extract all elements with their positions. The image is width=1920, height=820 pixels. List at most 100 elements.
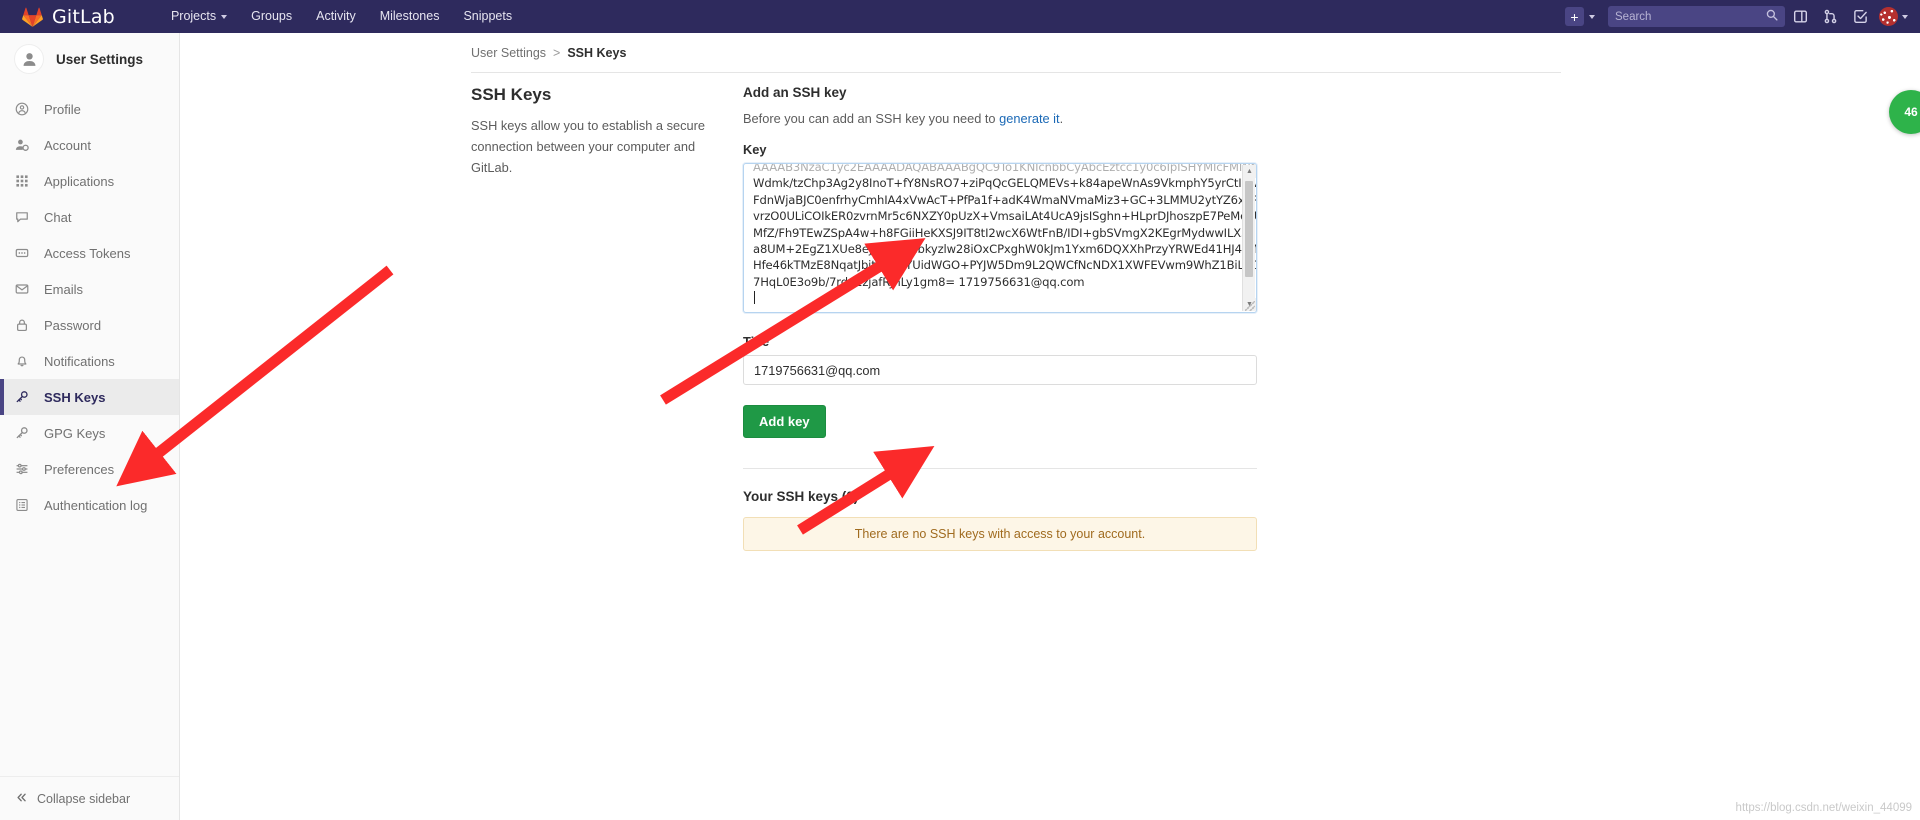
- textarea-resize-handle[interactable]: [1245, 301, 1255, 311]
- key-textarea-wrapper: AAAAB3NzaC1yc2EAAAADAQABAAABgQC9To1KNIcn…: [743, 163, 1257, 313]
- search-icon: [1766, 8, 1778, 26]
- sidebar-item-account[interactable]: Account: [0, 127, 179, 163]
- sidebar-item-emails[interactable]: Emails: [0, 271, 179, 307]
- sidebar-item-profile[interactable]: Profile: [0, 91, 179, 127]
- title-field-group: Title 1719756631@qq.com: [743, 334, 1257, 385]
- key-line: Wdmk/tzChp3Ag2y8InoT+fY8NsRO7+ziPqQcGELQ…: [753, 176, 1257, 191]
- todos-icon[interactable]: [1845, 0, 1875, 33]
- nav-link-activity[interactable]: Activity: [304, 0, 368, 33]
- nav-link-projects[interactable]: Projects: [159, 0, 239, 33]
- keys-section-divider: [743, 468, 1257, 469]
- key-line: vrzO0ULiCOIkER0zvrnMr5c6NXZY0pUzX+VmsaiL…: [753, 209, 1257, 224]
- chevron-down-icon: [1902, 14, 1908, 19]
- user-gear-icon: [15, 138, 35, 152]
- user-circle-icon: [15, 102, 35, 116]
- double-chevron-left-icon: [15, 791, 28, 807]
- sidebar-item-label: Applications: [44, 173, 115, 189]
- add-ssh-key-form: Add an SSH key Before you can add an SSH…: [743, 85, 1257, 551]
- key-textarea[interactable]: AAAAB3NzaC1yc2EAAAADAQABAAABgQC9To1KNIcn…: [743, 163, 1257, 313]
- sidebar-item-label: Preferences: [44, 461, 115, 477]
- primary-nav-links: Projects Groups Activity Milestones Snip…: [159, 0, 524, 33]
- token-icon: [15, 246, 35, 260]
- sidebar-item-label: Emails: [44, 281, 84, 297]
- key-line: Hfe46kTMzE8NqatJbjtyNh2YUidWGO+PYJW5Dm9L…: [753, 258, 1257, 273]
- user-menu[interactable]: [1879, 7, 1908, 26]
- sidebar-item-authentication-log[interactable]: Authentication log: [0, 487, 179, 523]
- title-field-label: Title: [743, 334, 770, 349]
- sidebar-item-label: Chat: [44, 209, 72, 225]
- breadcrumb-separator: >: [553, 46, 561, 60]
- add-key-description-suffix: .: [1059, 111, 1064, 126]
- key-line-last: 7HqL0E3o9b/7rdn2zjafRJhLy1gm8= 171975663…: [753, 274, 1085, 289]
- sidebar-title: User Settings: [56, 51, 144, 67]
- sidebar-item-label: Access Tokens: [44, 245, 131, 261]
- add-key-button[interactable]: Add key: [743, 405, 826, 438]
- sidebar-item-applications[interactable]: Applications: [0, 163, 179, 199]
- key-line: a8UM+2EgZ1XUe8ejc0jQPcebkyzlw28iOxCPxghW…: [753, 242, 1257, 257]
- sidebar-item-label: Password: [44, 317, 102, 333]
- scrollbar-thumb[interactable]: [1245, 181, 1253, 277]
- ssh-keys-section: SSH Keys SSH keys allow you to establish…: [471, 85, 1561, 551]
- chevron-down-icon: [221, 14, 228, 19]
- merge-request-icon[interactable]: [1815, 0, 1845, 33]
- nav-link-milestones[interactable]: Milestones: [368, 0, 452, 33]
- lock-icon: [15, 318, 35, 332]
- breadcrumb-divider: [471, 72, 1561, 73]
- issues-board-icon[interactable]: [1785, 0, 1815, 33]
- add-key-heading: Add an SSH key: [743, 85, 847, 100]
- gitlab-logo[interactable]: GitLab: [22, 6, 115, 28]
- nav-link-groups[interactable]: Groups: [239, 0, 304, 33]
- envelope-icon: [15, 282, 35, 296]
- sidebar-item-notifications[interactable]: Notifications: [0, 343, 179, 379]
- plus-icon: +: [1565, 7, 1584, 26]
- sidebar-item-label: Notifications: [44, 353, 115, 369]
- key-line: MfZ/Fh9TEwZSpA4w+h8FGiiHeKXSJ9IT8tI2wcX6…: [753, 225, 1257, 240]
- bell-icon: [15, 354, 35, 368]
- generate-it-link[interactable]: generate it: [999, 111, 1059, 126]
- sidebar-item-access-tokens[interactable]: Access Tokens: [0, 235, 179, 271]
- chevron-down-icon: [1589, 14, 1595, 19]
- nav-link-snippets[interactable]: Snippets: [451, 0, 524, 33]
- sidebar-item-label: Profile: [44, 101, 81, 117]
- add-key-description: Before you can add an SSH key you need t…: [743, 111, 1257, 126]
- sidebar-item-label: Authentication log: [44, 497, 148, 513]
- collapse-sidebar-button[interactable]: Collapse sidebar: [0, 776, 179, 820]
- settings-sidebar: User Settings Profile Account Applicatio…: [0, 33, 180, 820]
- new-item-dropdown[interactable]: +: [1565, 7, 1595, 26]
- search-input[interactable]: Search: [1608, 6, 1785, 27]
- key-icon: [15, 426, 35, 440]
- page-description: SSH keys allow you to establish a secure…: [471, 118, 706, 176]
- grid-dots-icon: [15, 174, 35, 188]
- sidebar-item-password[interactable]: Password: [0, 307, 179, 343]
- nav-right-cluster: + Search: [1565, 0, 1920, 33]
- textarea-scrollbar[interactable]: ▲ ▼: [1242, 165, 1256, 311]
- key-field-label: Key: [743, 142, 767, 157]
- key-icon: [15, 390, 35, 404]
- sidebar-item-chat[interactable]: Chat: [0, 199, 179, 235]
- user-avatar-icon: [14, 44, 44, 74]
- add-key-description-prefix: Before you can add an SSH key you need t…: [743, 111, 1000, 126]
- sidebar-item-preferences[interactable]: Preferences: [0, 451, 179, 487]
- title-input-value: 1719756631@qq.com: [754, 362, 881, 378]
- key-line: FdnWjaBJC0enfrhyCmhIA4xVwAcT+PfPa1f+adK4…: [753, 192, 1257, 207]
- title-input[interactable]: 1719756631@qq.com: [743, 355, 1257, 385]
- your-ssh-keys-heading: Your SSH keys (0): [743, 489, 859, 504]
- collapse-sidebar-label: Collapse sidebar: [37, 791, 131, 806]
- avatar: [1879, 7, 1898, 26]
- main-content: User Settings > SSH Keys SSH Keys SSH ke…: [180, 33, 1920, 820]
- scroll-up-arrow-icon[interactable]: ▲: [1243, 165, 1256, 178]
- sidebar-nav-list: Profile Account Applications Chat Access…: [0, 91, 179, 523]
- top-navigation-bar: GitLab Projects Groups Activity Mileston…: [0, 0, 1920, 33]
- sidebar-item-label: GPG Keys: [44, 425, 106, 441]
- breadcrumb-parent[interactable]: User Settings: [471, 46, 546, 60]
- gitlab-brand-text: GitLab: [52, 5, 115, 28]
- sidebar-header: User Settings: [0, 33, 179, 85]
- key-text-cursor: [753, 290, 1238, 306]
- page-title: SSH Keys: [471, 85, 552, 104]
- key-line-clipped: AAAAB3NzaC1yc2EAAAADAQABAAABgQC9To1KNIcn…: [753, 163, 1257, 174]
- sidebar-item-gpg-keys[interactable]: GPG Keys: [0, 415, 179, 451]
- gitlab-tanuki-icon: [22, 7, 43, 27]
- list-document-icon: [15, 498, 35, 512]
- sliders-icon: [15, 462, 35, 476]
- sidebar-item-ssh-keys[interactable]: SSH Keys: [0, 379, 179, 415]
